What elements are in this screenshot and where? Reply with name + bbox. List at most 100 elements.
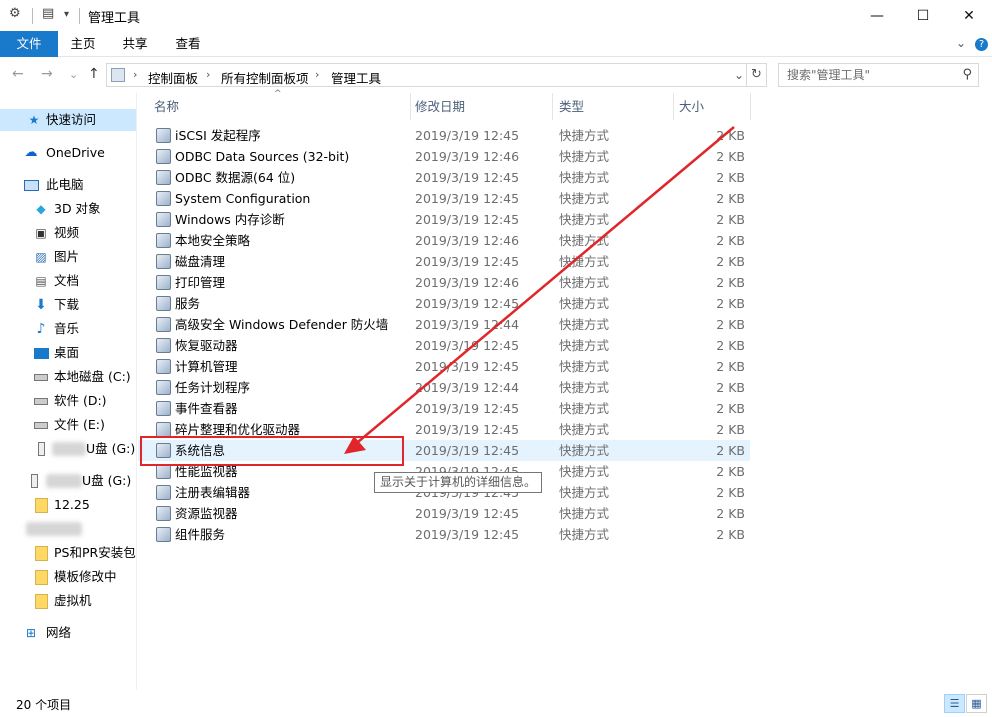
file-type: 快捷方式 [559,485,610,500]
column-header-size[interactable]: 大小 [679,93,749,120]
pictures-icon: ▨ [35,250,47,264]
redacted-label [52,442,86,456]
breadcrumb-admin-tools[interactable]: 管理工具 [331,68,381,87]
sidebar-item-usb-g-pc[interactable]: U盘 (G:) [0,438,136,460]
sidebar-item-label: 12.25 [54,497,90,512]
sidebar-item-3d-objects[interactable]: ◆ 3D 对象 [0,198,136,220]
sidebar-item-videos[interactable]: ▣ 视频 [0,222,136,244]
breadcrumb-control-panel[interactable]: 控制面板 [148,68,198,87]
search-input[interactable] [779,64,949,86]
column-header-date[interactable]: 修改日期 [415,93,551,120]
file-row[interactable]: 任务计划程序 2019/3/19 12:44 快捷方式 2 KB [138,377,750,398]
file-date: 2019/3/19 12:45 [415,191,520,206]
file-row[interactable]: 事件查看器 2019/3/19 12:45 快捷方式 2 KB [138,398,750,419]
sidebar-item-documents[interactable]: ▤ 文档 [0,270,136,292]
file-row[interactable]: 资源监视器 2019/3/19 12:45 快捷方式 2 KB [138,503,750,524]
address-dropdown-icon[interactable]: ⌄ [734,68,744,82]
file-date: 2019/3/19 12:44 [415,380,520,395]
3d-objects-icon: ◆ [36,202,46,216]
column-divider[interactable] [673,93,674,120]
file-type: 快捷方式 [559,443,610,458]
column-divider[interactable] [750,93,751,120]
search-icon[interactable]: ⚲ [962,67,972,82]
properties-icon[interactable]: ⚙ [9,6,21,21]
tab-file[interactable]: 文件 [0,31,58,57]
new-folder-icon[interactable]: ▤ [42,6,54,21]
customize-toolbar-icon[interactable]: ▾ [64,9,69,20]
file-row[interactable]: 组件服务 2019/3/19 12:45 快捷方式 2 KB [138,524,750,545]
recent-locations-button[interactable]: ⌄ [69,68,78,81]
close-button[interactable]: ✕ [946,0,992,31]
file-row[interactable]: 计算机管理 2019/3/19 12:45 快捷方式 2 KB [138,356,750,377]
sidebar-item-folder-template[interactable]: 模板修改中 [0,566,136,588]
sidebar-item-onedrive[interactable]: ☁ OneDrive [0,142,136,164]
sidebar-item-music[interactable]: ♪ 音乐 [0,318,136,340]
file-row[interactable]: 恢复驱动器 2019/3/19 12:45 快捷方式 2 KB [138,335,750,356]
file-row[interactable]: 磁盘清理 2019/3/19 12:45 快捷方式 2 KB [138,251,750,272]
tab-view[interactable]: 查看 [165,31,211,57]
sidebar-item-quick-access[interactable]: ★ 快速访问 [0,109,136,131]
sidebar-item-label: 文件 (E:) [54,417,105,432]
column-divider[interactable] [410,93,411,120]
file-date: 2019/3/19 12:46 [415,149,520,164]
sidebar-item-downloads[interactable]: ⬇ 下载 [0,294,136,316]
file-row[interactable]: ODBC 数据源(64 位) 2019/3/19 12:45 快捷方式 2 KB [138,167,750,188]
file-row[interactable]: Windows 内存诊断 2019/3/19 12:45 快捷方式 2 KB [138,209,750,230]
control-panel-icon [111,68,125,82]
sidebar-item-drive-c[interactable]: 本地磁盘 (C:) [0,366,136,388]
sidebar-item-folder-vm[interactable]: 虚拟机 [0,590,136,612]
sidebar-item-network[interactable]: ⊞ 网络 [0,622,136,644]
sidebar-item-this-pc[interactable]: 此电脑 [0,174,136,196]
file-date: 2019/3/19 12:44 [415,317,520,332]
sidebar-item-folder-1225[interactable]: 12.25 [0,494,136,516]
file-row[interactable]: iSCSI 发起程序 2019/3/19 12:45 快捷方式 2 KB [138,125,750,146]
file-size: 2 KB [716,485,745,500]
help-icon[interactable]: ? [975,38,988,51]
search-box[interactable]: ⚲ [778,63,979,87]
file-row[interactable]: 本地安全策略 2019/3/19 12:46 快捷方式 2 KB [138,230,750,251]
file-row[interactable]: 高级安全 Windows Defender 防火墙 2019/3/19 12:44… [138,314,750,335]
divider [32,8,33,24]
redacted-label [26,522,82,536]
tab-home[interactable]: 主页 [60,31,106,57]
file-size: 2 KB [716,233,745,248]
large-icons-view-button[interactable]: ▦ [966,694,987,713]
back-button[interactable]: ← [12,66,24,82]
column-header-type[interactable]: 类型 [559,93,673,120]
refresh-button[interactable]: ↻ [747,63,767,87]
address-bar[interactable]: › 控制面板 › 所有控制面板项 › 管理工具 ⌄ [106,63,747,87]
file-size: 2 KB [716,149,745,164]
column-header-name[interactable]: 名称 [154,93,410,120]
file-row[interactable]: 服务 2019/3/19 12:45 快捷方式 2 KB [138,293,750,314]
sidebar-item-redacted[interactable] [0,518,136,540]
minimize-button[interactable]: — [854,0,900,31]
file-date: 2019/3/19 12:45 [415,359,520,374]
sidebar-item-desktop[interactable]: 桌面 [0,342,136,364]
forward-button[interactable]: → [41,66,53,82]
sidebar-item-folder-ps-pr[interactable]: PS和PR安装包 [0,542,136,564]
sidebar-item-pictures[interactable]: ▨ 图片 [0,246,136,268]
file-size: 2 KB [716,128,745,143]
up-button[interactable]: ↑ [88,66,100,82]
breadcrumb-all-items[interactable]: 所有控制面板项 [221,68,309,87]
shortcut-icon [156,401,171,416]
file-row[interactable]: ODBC Data Sources (32-bit) 2019/3/19 12:4… [138,146,750,167]
expand-ribbon-icon[interactable]: ⌄ [956,36,966,50]
music-icon: ♪ [36,321,46,337]
file-name: Windows 内存诊断 [175,212,285,227]
drive-icon [33,417,49,433]
file-size: 2 KB [716,464,745,479]
file-date: 2019/3/19 12:45 [415,254,520,269]
file-row[interactable]: 打印管理 2019/3/19 12:46 快捷方式 2 KB [138,272,750,293]
maximize-button[interactable]: ☐ [900,0,946,31]
details-view-button[interactable]: ☰ [944,694,965,713]
tab-share[interactable]: 共享 [112,31,158,57]
column-divider[interactable] [552,93,553,120]
sidebar-item-usb-g[interactable]: U盘 (G:) [0,470,136,492]
file-row[interactable]: System Configuration 2019/3/19 12:45 快捷方式 2… [138,188,750,209]
sidebar-item-label: 虚拟机 [54,593,92,608]
star-icon: ★ [28,113,40,127]
sidebar-item-drive-d[interactable]: 软件 (D:) [0,390,136,412]
sidebar-item-drive-e[interactable]: 文件 (E:) [0,414,136,436]
documents-icon: ▤ [35,274,47,288]
